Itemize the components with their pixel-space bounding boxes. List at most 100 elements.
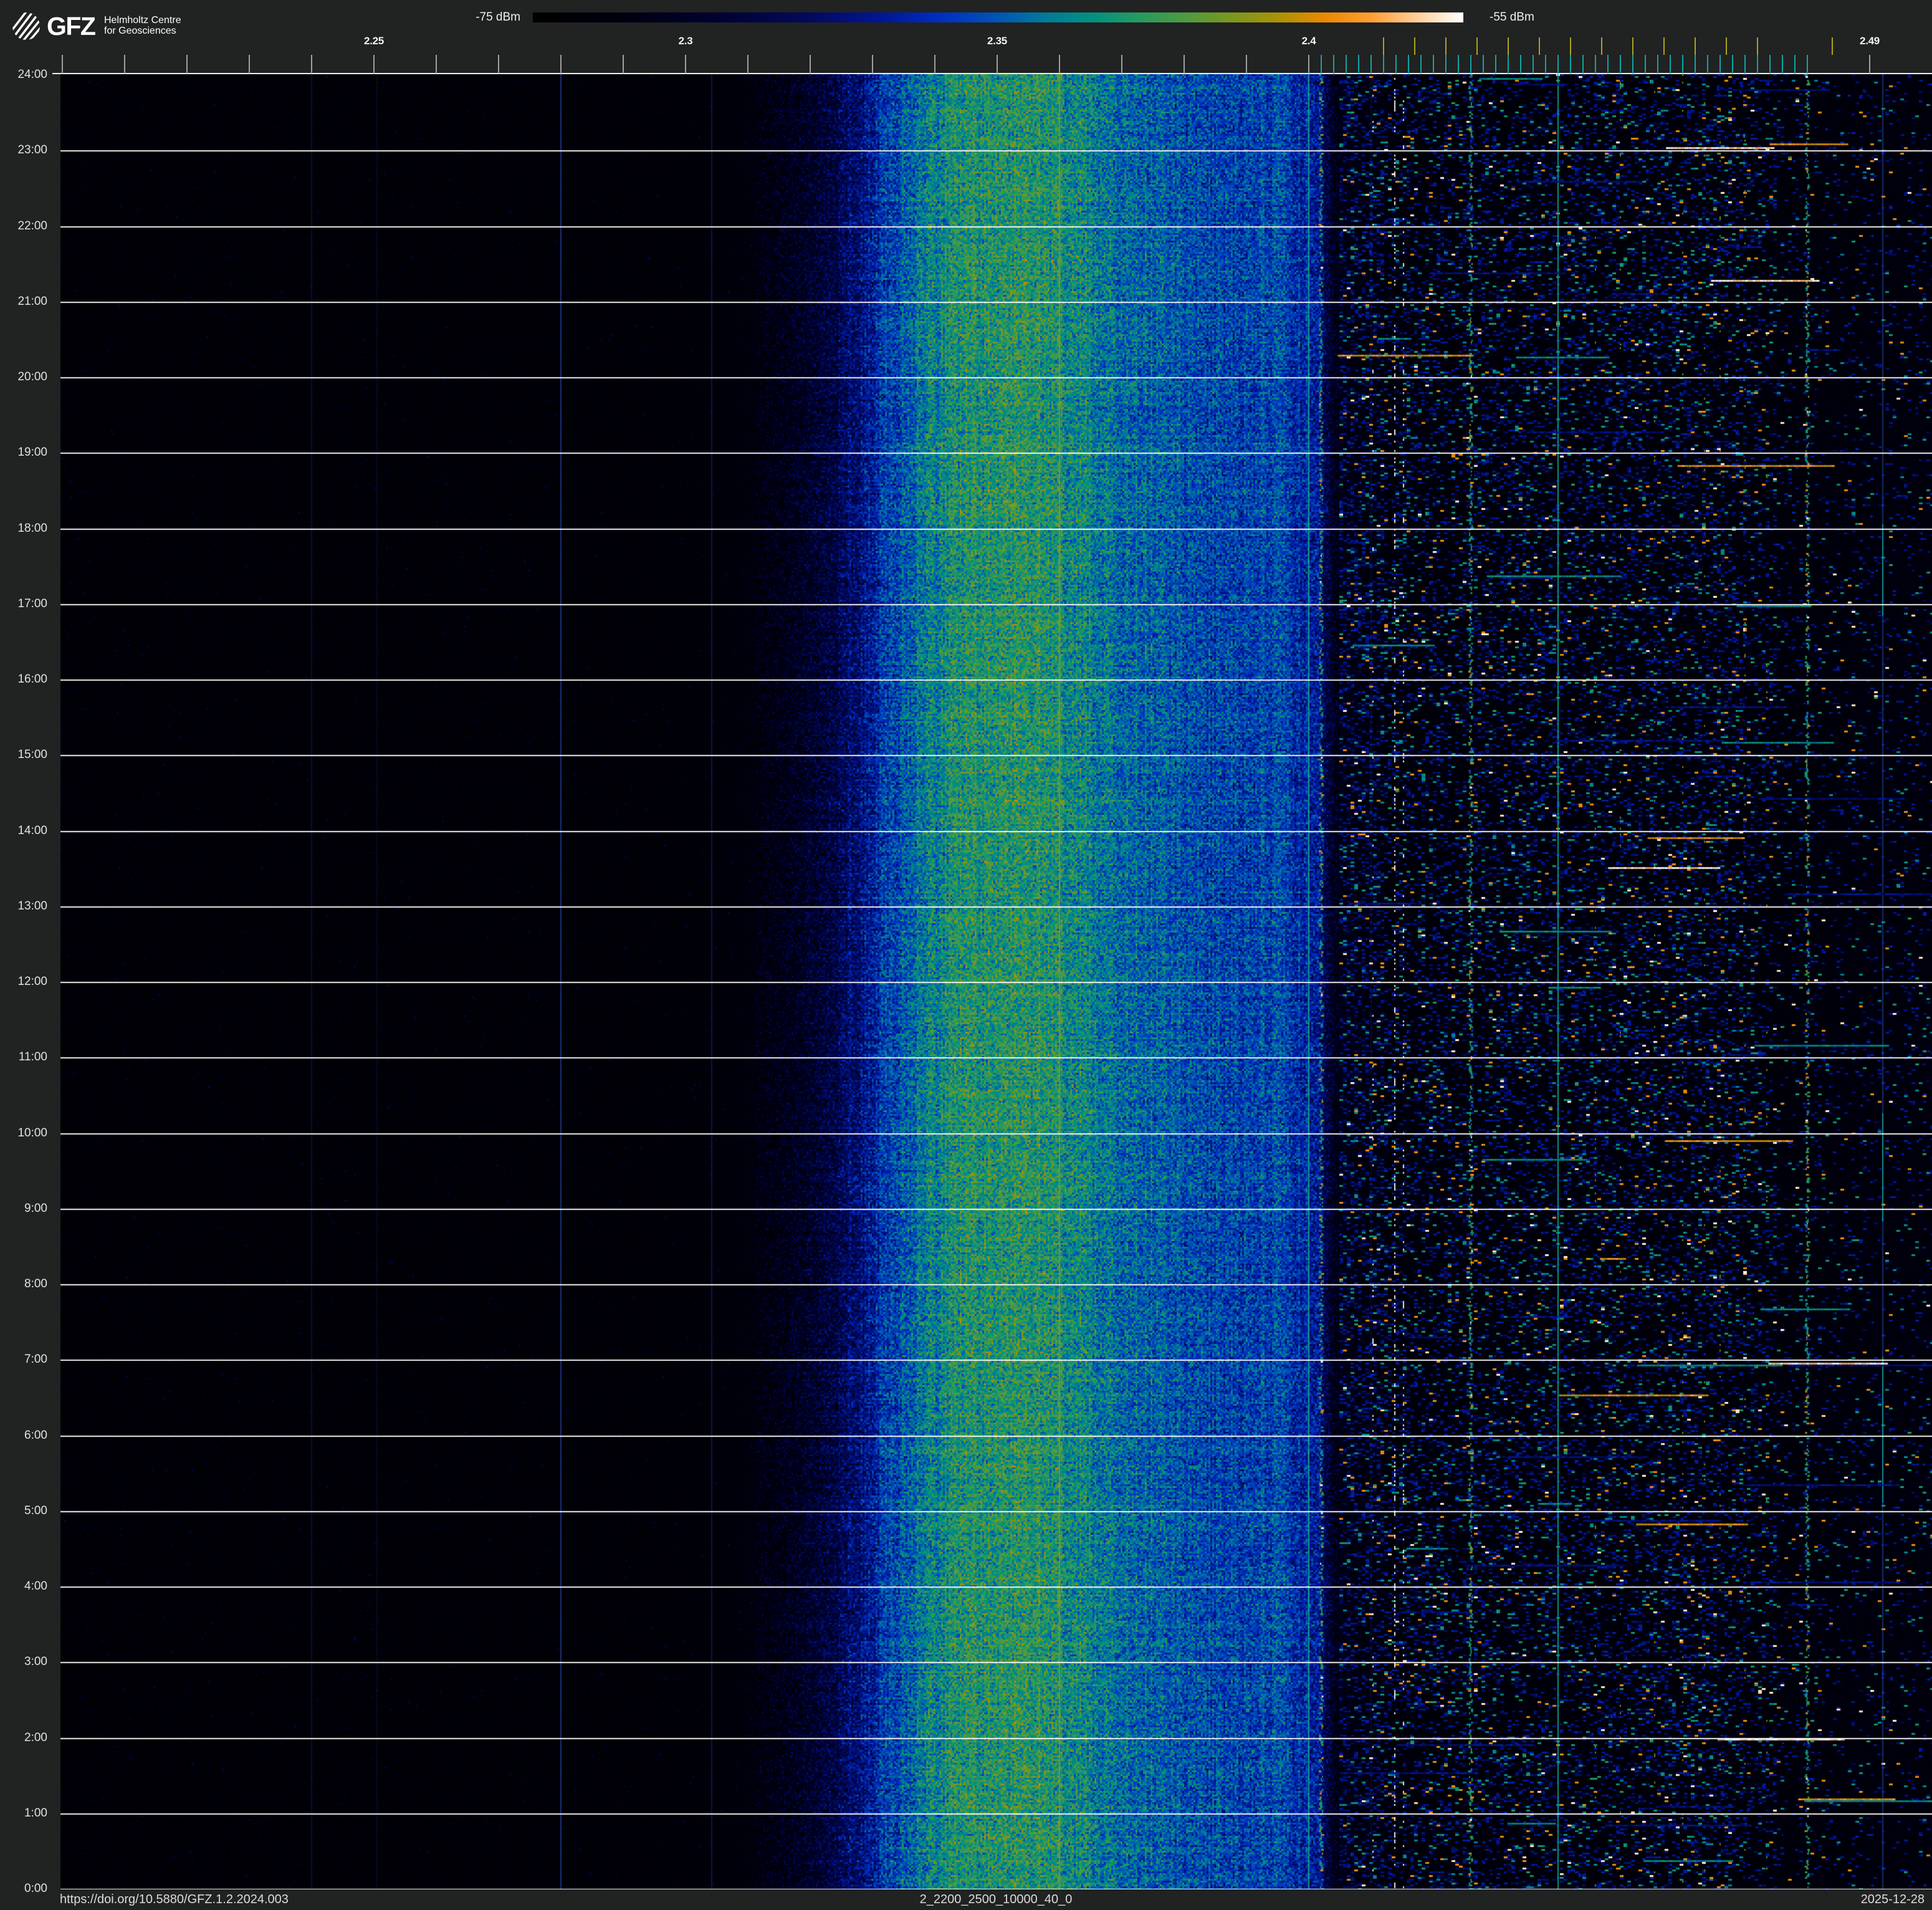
- gfz-globe-icon: [12, 12, 41, 41]
- freq-minor-tick: [311, 55, 312, 74]
- time-tick-label: 0:00: [24, 1882, 47, 1895]
- time-tick-label: 10:00: [17, 1126, 47, 1140]
- gfz-wordmark: GFZ: [47, 12, 96, 41]
- time-tick-label: 1:00: [24, 1806, 47, 1820]
- ble-channel-tick: [1719, 55, 1721, 74]
- ble-channel-tick: [1570, 55, 1571, 74]
- freq-minor-tick: [934, 55, 935, 74]
- ble-channel-tick: [1807, 55, 1808, 74]
- date-label: 2025-12-28: [1860, 1893, 1925, 1906]
- freq-minor-tick: [623, 55, 624, 74]
- time-tick-label: 20:00: [17, 370, 47, 383]
- freq-tick-label: 2.35: [987, 35, 1007, 47]
- wifi-channel-tick: [1601, 37, 1602, 55]
- freq-minor-tick: [685, 55, 686, 74]
- time-tick-label: 2:00: [24, 1730, 47, 1744]
- time-tick-label: 18:00: [17, 521, 47, 535]
- ble-channel-tick: [1408, 55, 1409, 74]
- freq-minor-tick: [1184, 55, 1185, 74]
- wifi-channel-tick: [1663, 37, 1665, 55]
- gfz-spectrogram-page: GFZ Helmholtz Centre for Geosciences -75…: [0, 0, 1932, 1910]
- time-tick-label: 17:00: [17, 597, 47, 610]
- ble-channel-tick: [1695, 55, 1696, 74]
- freq-minor-tick: [1121, 55, 1122, 74]
- freq-tick-label: 2.4: [1301, 35, 1316, 47]
- time-tick-label: 8:00: [24, 1277, 47, 1290]
- freq-minor-tick: [747, 55, 748, 74]
- ble-channel-tick: [1495, 55, 1496, 74]
- wifi-channel-tick: [1757, 37, 1758, 55]
- ble-channel-tick: [1433, 55, 1434, 74]
- freq-minor-tick: [436, 55, 437, 74]
- dataset-id-label: 2_2200_2500_10000_40_0: [919, 1893, 1073, 1906]
- time-tick-label: 7:00: [24, 1353, 47, 1366]
- ble-channel-tick: [1632, 55, 1633, 74]
- wifi-channel-tick: [1476, 37, 1478, 55]
- ble-channel-tick: [1520, 55, 1521, 74]
- ble-channel-tick: [1744, 55, 1746, 74]
- gfz-org-line2: for Geosciences: [104, 26, 176, 36]
- freq-minor-tick: [1308, 55, 1309, 74]
- freq-minor-tick: [1059, 55, 1060, 74]
- wifi-channel-tick: [1539, 37, 1540, 55]
- freq-minor-tick: [872, 55, 873, 74]
- ble-channel-tick: [1595, 55, 1596, 74]
- doi-link[interactable]: https://doi.org/10.5880/GFZ.1.2.2024.003: [60, 1893, 289, 1906]
- time-tick-label: 6:00: [24, 1428, 47, 1442]
- time-tick-label: 19:00: [17, 446, 47, 459]
- time-tick-label: 15:00: [17, 748, 47, 762]
- ble-channel-tick: [1458, 55, 1459, 74]
- freq-minor-tick: [498, 55, 499, 74]
- ble-channel-tick: [1557, 55, 1559, 74]
- ble-channel-tick: [1794, 55, 1796, 74]
- ble-channel-tick: [1620, 55, 1621, 74]
- ble-channel-tick: [1483, 55, 1484, 74]
- time-tick-label: 13:00: [17, 899, 47, 913]
- ble-channel-tick: [1545, 55, 1546, 74]
- ble-channel-tick: [1508, 55, 1509, 74]
- freq-minor-tick: [810, 55, 811, 74]
- time-tick-label: 23:00: [17, 143, 47, 157]
- ble-channel-tick: [1533, 55, 1534, 74]
- freq-tick-label: 2.3: [678, 35, 693, 47]
- time-tick-label: 12:00: [17, 975, 47, 988]
- ble-channel-tick: [1470, 55, 1471, 74]
- ble-channel-tick: [1321, 55, 1322, 74]
- ble-channel-tick: [1420, 55, 1422, 74]
- freq-minor-tick: [997, 55, 998, 74]
- ble-channel-tick: [1757, 55, 1758, 74]
- freq-minor-tick: [124, 55, 125, 74]
- freq-minor-tick: [62, 55, 63, 74]
- wifi-channel-tick: [1570, 37, 1571, 55]
- time-tick-label: 5:00: [24, 1504, 47, 1517]
- ble-channel-tick: [1358, 55, 1359, 74]
- freq-minor-tick: [249, 55, 250, 74]
- time-tick-label: 9:00: [24, 1201, 47, 1215]
- time-tick-label: 3:00: [24, 1655, 47, 1669]
- wifi-channel-tick: [1508, 37, 1509, 55]
- ble-channel-tick: [1682, 55, 1683, 74]
- wifi-channel-tick: [1383, 37, 1384, 55]
- time-tick-label: 11:00: [18, 1050, 47, 1064]
- ble-channel-tick: [1346, 55, 1347, 74]
- ble-channel-tick: [1333, 55, 1334, 74]
- freq-minor-tick: [1869, 55, 1870, 74]
- ble-channel-tick: [1445, 55, 1447, 74]
- ble-channel-tick: [1657, 55, 1658, 74]
- freq-minor-tick: [373, 55, 375, 74]
- colorbar-min-label: -75 dBm: [476, 11, 520, 24]
- time-tick-label: 24:00: [17, 68, 47, 81]
- wifi-channel-tick: [1726, 37, 1727, 55]
- freq-minor-tick: [560, 55, 562, 74]
- freq-tick-label: 2.25: [364, 35, 384, 47]
- time-tick-label: 21:00: [17, 294, 47, 308]
- ble-channel-tick: [1782, 55, 1783, 74]
- ble-channel-tick: [1607, 55, 1609, 74]
- wifi-channel-tick: [1445, 37, 1447, 55]
- freq-tick-label: 2.49: [1860, 35, 1880, 47]
- wifi-channel-tick: [1832, 37, 1833, 55]
- spectrogram-heatmap: [60, 74, 1932, 1889]
- gfz-org-name: Helmholtz Centre for Geosciences: [104, 15, 181, 36]
- ble-channel-tick: [1370, 55, 1372, 74]
- gfz-org-line1: Helmholtz Centre: [104, 15, 181, 26]
